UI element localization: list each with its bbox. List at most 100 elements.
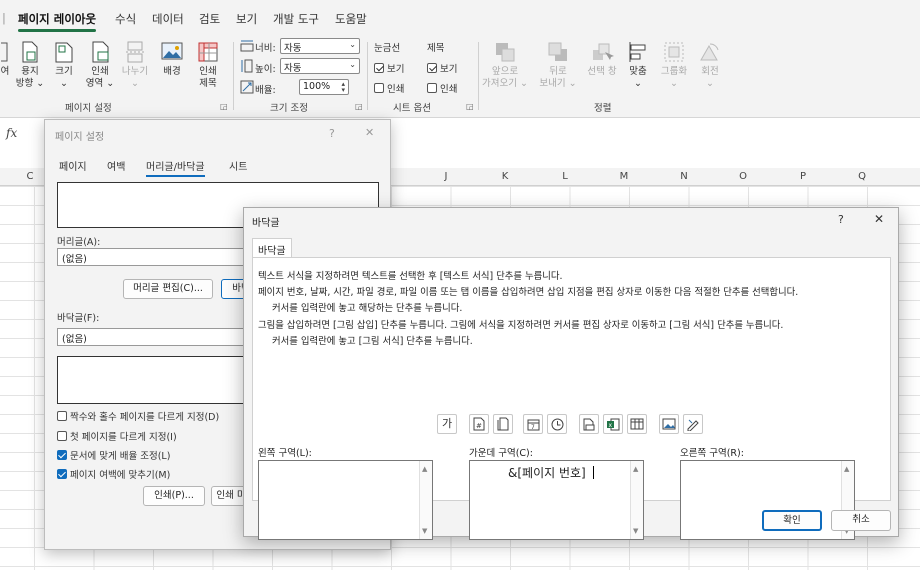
column-header-j[interactable]: J [416, 171, 476, 182]
tab-formulas[interactable]: 수식 [115, 11, 136, 27]
size-label-1: 크기 [55, 66, 73, 77]
tab-developer[interactable]: 개발 도구 [273, 11, 319, 27]
print-titles-icon [198, 42, 218, 62]
footer-select[interactable]: (없음) [57, 328, 257, 346]
first-page-checkbox[interactable]: 첫 페이지를 다르게 지정(I) [57, 429, 177, 443]
align-button[interactable]: 맞춤 ⌄ [623, 40, 653, 90]
width-dropdown[interactable]: 자동 ⌄ [280, 38, 360, 54]
margins-label-1: 여 [0, 66, 10, 77]
tab-data[interactable]: 데이터 [152, 11, 184, 27]
scroll-up-icon[interactable]: ▲ [422, 465, 427, 473]
column-header-l[interactable]: L [535, 171, 595, 182]
selection-pane-icon [593, 43, 614, 60]
tab-review[interactable]: 검토 [199, 11, 220, 27]
insert-date-button[interactable]: 7 [523, 414, 543, 434]
sheet-options-group-label: 시트 옵션 [393, 103, 431, 114]
odd-even-checkbox[interactable]: 짝수와 홀수 페이지를 다르게 지정(D) [57, 409, 219, 423]
insert-file-name-button[interactable]: x [603, 414, 623, 434]
margins-button[interactable]: 여 [0, 40, 10, 78]
scale-spinner[interactable]: 100% ▴ ▾ [299, 79, 349, 95]
tab-margins[interactable]: 여백 [107, 158, 125, 173]
insert-sheet-name-button[interactable] [627, 414, 647, 434]
insert-file-path-button[interactable] [579, 414, 599, 434]
bring-forward-button[interactable]: 앞으로 가져오기 ⌄ [480, 40, 530, 90]
column-header-n[interactable]: N [654, 171, 714, 182]
close-icon[interactable]: ✕ [365, 126, 374, 139]
bring-forward-label-2: 가져오기 ⌄ [482, 78, 528, 89]
insert-time-button[interactable] [547, 414, 567, 434]
size-button[interactable]: 크기 ⌄ [50, 40, 78, 90]
gridlines-print-label: 인쇄 [387, 84, 405, 95]
scale-with-document-checkbox[interactable]: 문서에 맞게 배율 조정(L) [57, 448, 170, 462]
background-button[interactable]: 배경 [155, 40, 189, 78]
rotate-button[interactable]: 회전 ⌄ [694, 40, 726, 90]
sheet-tab-icon [630, 418, 644, 430]
group-label-2: ⌄ [670, 78, 678, 89]
column-header-o[interactable]: O [713, 171, 773, 182]
sheet-options-launcher-icon[interactable]: ◲ [466, 102, 474, 111]
tab-help[interactable]: 도움말 [335, 11, 367, 27]
column-header-q[interactable]: Q [832, 171, 892, 182]
scroll-up-icon[interactable]: ▲ [633, 465, 638, 473]
tab-header-footer[interactable]: 머리글/바닥글 [146, 158, 205, 177]
close-icon[interactable]: ✕ [874, 212, 884, 226]
selection-pane-button[interactable]: 선택 창 [582, 40, 622, 78]
column-header-p[interactable]: P [773, 171, 833, 182]
header-select[interactable]: (없음) [57, 248, 257, 266]
print-area-label-1: 인쇄 [91, 66, 109, 77]
insert-page-number-button[interactable]: # [469, 414, 489, 434]
ok-button[interactable]: 확인 [762, 510, 822, 531]
background-label: 배경 [163, 66, 181, 77]
send-backward-label-2: 보내기 ⌄ [539, 78, 577, 89]
scrollbar[interactable]: ▲ ▼ [630, 461, 643, 539]
headings-view-checkbox[interactable]: 보기 [427, 61, 457, 75]
group-button[interactable]: 그룹화 ⌄ [656, 40, 692, 90]
height-dropdown[interactable]: 자동 ⌄ [280, 58, 360, 74]
print-titles-label-2: 제목 [199, 78, 217, 89]
insert-page-count-button[interactable] [493, 414, 513, 434]
scroll-up-icon[interactable]: ▲ [844, 465, 849, 473]
odd-even-label: 짝수와 홀수 페이지를 다르게 지정(D) [70, 412, 220, 423]
print-area-button[interactable]: 인쇄 영역 ⌄ [84, 40, 116, 90]
checkbox-checked-icon [374, 63, 384, 73]
rotate-label-1: 회전 [701, 66, 719, 77]
format-picture-button[interactable] [683, 414, 703, 434]
tab-view[interactable]: 보기 [236, 11, 257, 27]
column-header-k[interactable]: K [475, 171, 535, 182]
header-value: (없음) [62, 254, 87, 265]
insert-picture-button[interactable] [659, 414, 679, 434]
print-button[interactable]: 인쇄(P)... [143, 486, 205, 506]
help-icon[interactable]: ? [838, 213, 844, 226]
right-section-label: 오른쪽 구역(R): [680, 448, 744, 459]
center-section-input[interactable]: &[페이지 번호] ▲ ▼ [469, 460, 644, 540]
scale-launcher-icon[interactable]: ◲ [355, 102, 363, 111]
tab-sheet[interactable]: 시트 [229, 158, 247, 173]
format-text-button[interactable]: 가 [437, 414, 457, 434]
cancel-button[interactable]: 취소 [831, 510, 891, 531]
scale-value: 100% [303, 81, 331, 92]
orientation-button[interactable]: 용지 방향 ⌄ [12, 40, 48, 90]
rotate-label-2: ⌄ [706, 78, 714, 89]
page-count-icon [497, 417, 509, 431]
help-icon[interactable]: ? [329, 127, 335, 140]
headings-print-checkbox[interactable]: 인쇄 [427, 81, 457, 95]
page-setup-launcher-icon[interactable]: ◲ [220, 102, 228, 111]
arrange-group-label: 정렬 [594, 103, 612, 114]
align-margins-checkbox[interactable]: 페이지 여백에 맞추기(M) [57, 467, 170, 481]
headings-heading: 제목 [427, 43, 445, 54]
gridlines-print-checkbox[interactable]: 인쇄 [374, 81, 404, 95]
insert-function-icon[interactable]: fx [6, 126, 17, 140]
tab-page[interactable]: 페이지 [59, 158, 87, 173]
left-section-input[interactable]: ▲ ▼ [258, 460, 433, 540]
tab-page-layout[interactable]: 페이지 레이아웃 [18, 11, 97, 32]
breaks-button[interactable]: 나누기 ⌄ [118, 40, 152, 90]
scroll-down-icon[interactable]: ▼ [633, 527, 638, 535]
margins-icon [1, 42, 8, 62]
custom-header-button[interactable]: 머리글 편집(C)... [123, 279, 213, 299]
print-titles-button[interactable]: 인쇄 제목 [192, 40, 224, 90]
send-backward-button[interactable]: 뒤로 보내기 ⌄ [535, 40, 581, 90]
column-header-m[interactable]: M [594, 171, 654, 182]
scroll-down-icon[interactable]: ▼ [422, 527, 427, 535]
gridlines-view-checkbox[interactable]: 보기 [374, 61, 404, 75]
scrollbar[interactable]: ▲ ▼ [419, 461, 432, 539]
